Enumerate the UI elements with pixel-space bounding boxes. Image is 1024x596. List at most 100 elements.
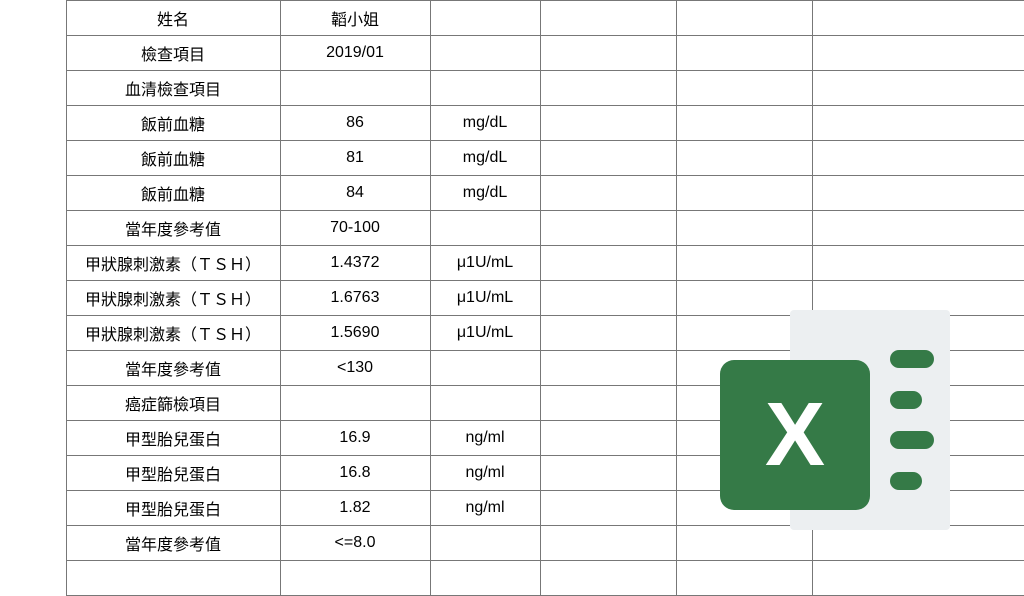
cell-a[interactable] (0, 211, 66, 246)
cell-a[interactable] (0, 456, 66, 491)
cell-c[interactable]: 韜小姐 (280, 1, 430, 36)
cell-c[interactable] (280, 71, 430, 106)
cell-d[interactable]: mg/dL (430, 176, 540, 211)
cell-e[interactable] (540, 456, 676, 491)
cell-d[interactable] (430, 526, 540, 561)
cell-d[interactable]: mg/dL (430, 106, 540, 141)
cell-b[interactable]: 姓名 (66, 1, 280, 36)
cell-g[interactable] (812, 491, 1024, 526)
cell-d[interactable] (430, 71, 540, 106)
cell-f[interactable] (676, 316, 812, 351)
cell-a[interactable] (0, 351, 66, 386)
cell-f[interactable] (676, 71, 812, 106)
cell-g[interactable] (812, 561, 1024, 596)
cell-d[interactable]: ng/ml (430, 456, 540, 491)
cell-g[interactable] (812, 316, 1024, 351)
cell-b[interactable]: 當年度參考值 (66, 526, 280, 561)
cell-c[interactable]: 86 (280, 106, 430, 141)
cell-e[interactable] (540, 36, 676, 71)
cell-a[interactable] (0, 36, 66, 71)
cell-f[interactable] (676, 351, 812, 386)
cell-g[interactable] (812, 386, 1024, 421)
cell-e[interactable] (540, 176, 676, 211)
cell-f[interactable] (676, 176, 812, 211)
cell-d[interactable] (430, 351, 540, 386)
cell-g[interactable] (812, 246, 1024, 281)
cell-c[interactable]: 70-100 (280, 211, 430, 246)
cell-g[interactable] (812, 456, 1024, 491)
cell-d[interactable]: μ1U/mL (430, 316, 540, 351)
cell-g[interactable] (812, 211, 1024, 246)
cell-c[interactable]: 81 (280, 141, 430, 176)
cell-g[interactable] (812, 36, 1024, 71)
cell-c[interactable]: 16.9 (280, 421, 430, 456)
cell-a[interactable] (0, 526, 66, 561)
cell-g[interactable] (812, 281, 1024, 316)
cell-d[interactable] (430, 36, 540, 71)
cell-b[interactable]: 當年度參考值 (66, 351, 280, 386)
cell-c[interactable]: 2019/01 (280, 36, 430, 71)
cell-e[interactable] (540, 211, 676, 246)
cell-g[interactable] (812, 106, 1024, 141)
cell-a[interactable] (0, 176, 66, 211)
cell-b[interactable]: 飯前血糖 (66, 141, 280, 176)
cell-g[interactable] (812, 141, 1024, 176)
cell-d[interactable]: ng/ml (430, 491, 540, 526)
cell-f[interactable] (676, 561, 812, 596)
cell-a[interactable] (0, 316, 66, 351)
cell-e[interactable] (540, 281, 676, 316)
cell-c[interactable]: 1.82 (280, 491, 430, 526)
cell-b[interactable]: 甲型胎兒蛋白 (66, 456, 280, 491)
cell-a[interactable] (0, 71, 66, 106)
cell-e[interactable] (540, 71, 676, 106)
cell-g[interactable] (812, 421, 1024, 456)
cell-d[interactable]: mg/dL (430, 141, 540, 176)
cell-a[interactable] (0, 106, 66, 141)
cell-e[interactable] (540, 141, 676, 176)
cell-f[interactable] (676, 456, 812, 491)
cell-c[interactable]: 16.8 (280, 456, 430, 491)
cell-a[interactable] (0, 421, 66, 456)
cell-d[interactable] (430, 386, 540, 421)
cell-f[interactable] (676, 1, 812, 36)
cell-b[interactable]: 癌症篩檢項目 (66, 386, 280, 421)
cell-e[interactable] (540, 316, 676, 351)
cell-f[interactable] (676, 526, 812, 561)
cell-f[interactable] (676, 246, 812, 281)
cell-c[interactable]: <=8.0 (280, 526, 430, 561)
cell-f[interactable] (676, 141, 812, 176)
cell-b[interactable]: 甲狀腺刺激素（ＴＳＨ） (66, 281, 280, 316)
cell-f[interactable] (676, 106, 812, 141)
cell-b[interactable]: 甲狀腺刺激素（ＴＳＨ） (66, 246, 280, 281)
cell-c[interactable] (280, 386, 430, 421)
cell-c[interactable]: 84 (280, 176, 430, 211)
cell-b[interactable] (66, 561, 280, 596)
cell-f[interactable] (676, 36, 812, 71)
cell-d[interactable] (430, 1, 540, 36)
cell-g[interactable] (812, 1, 1024, 36)
cell-d[interactable]: ng/ml (430, 421, 540, 456)
cell-d[interactable]: μ1U/mL (430, 281, 540, 316)
cell-g[interactable] (812, 351, 1024, 386)
cell-e[interactable] (540, 246, 676, 281)
cell-f[interactable] (676, 211, 812, 246)
cell-e[interactable] (540, 106, 676, 141)
cell-b[interactable]: 甲狀腺刺激素（ＴＳＨ） (66, 316, 280, 351)
cell-e[interactable] (540, 421, 676, 456)
cell-b[interactable]: 甲型胎兒蛋白 (66, 421, 280, 456)
cell-a[interactable] (0, 386, 66, 421)
cell-g[interactable] (812, 176, 1024, 211)
cell-d[interactable] (430, 561, 540, 596)
cell-b[interactable]: 當年度參考值 (66, 211, 280, 246)
cell-c[interactable]: 1.6763 (280, 281, 430, 316)
cell-f[interactable] (676, 281, 812, 316)
cell-d[interactable] (430, 211, 540, 246)
cell-a[interactable] (0, 1, 66, 36)
cell-f[interactable] (676, 491, 812, 526)
cell-e[interactable] (540, 351, 676, 386)
cell-c[interactable] (280, 561, 430, 596)
cell-a[interactable] (0, 281, 66, 316)
cell-b[interactable]: 檢查項目 (66, 36, 280, 71)
cell-f[interactable] (676, 421, 812, 456)
cell-a[interactable] (0, 141, 66, 176)
